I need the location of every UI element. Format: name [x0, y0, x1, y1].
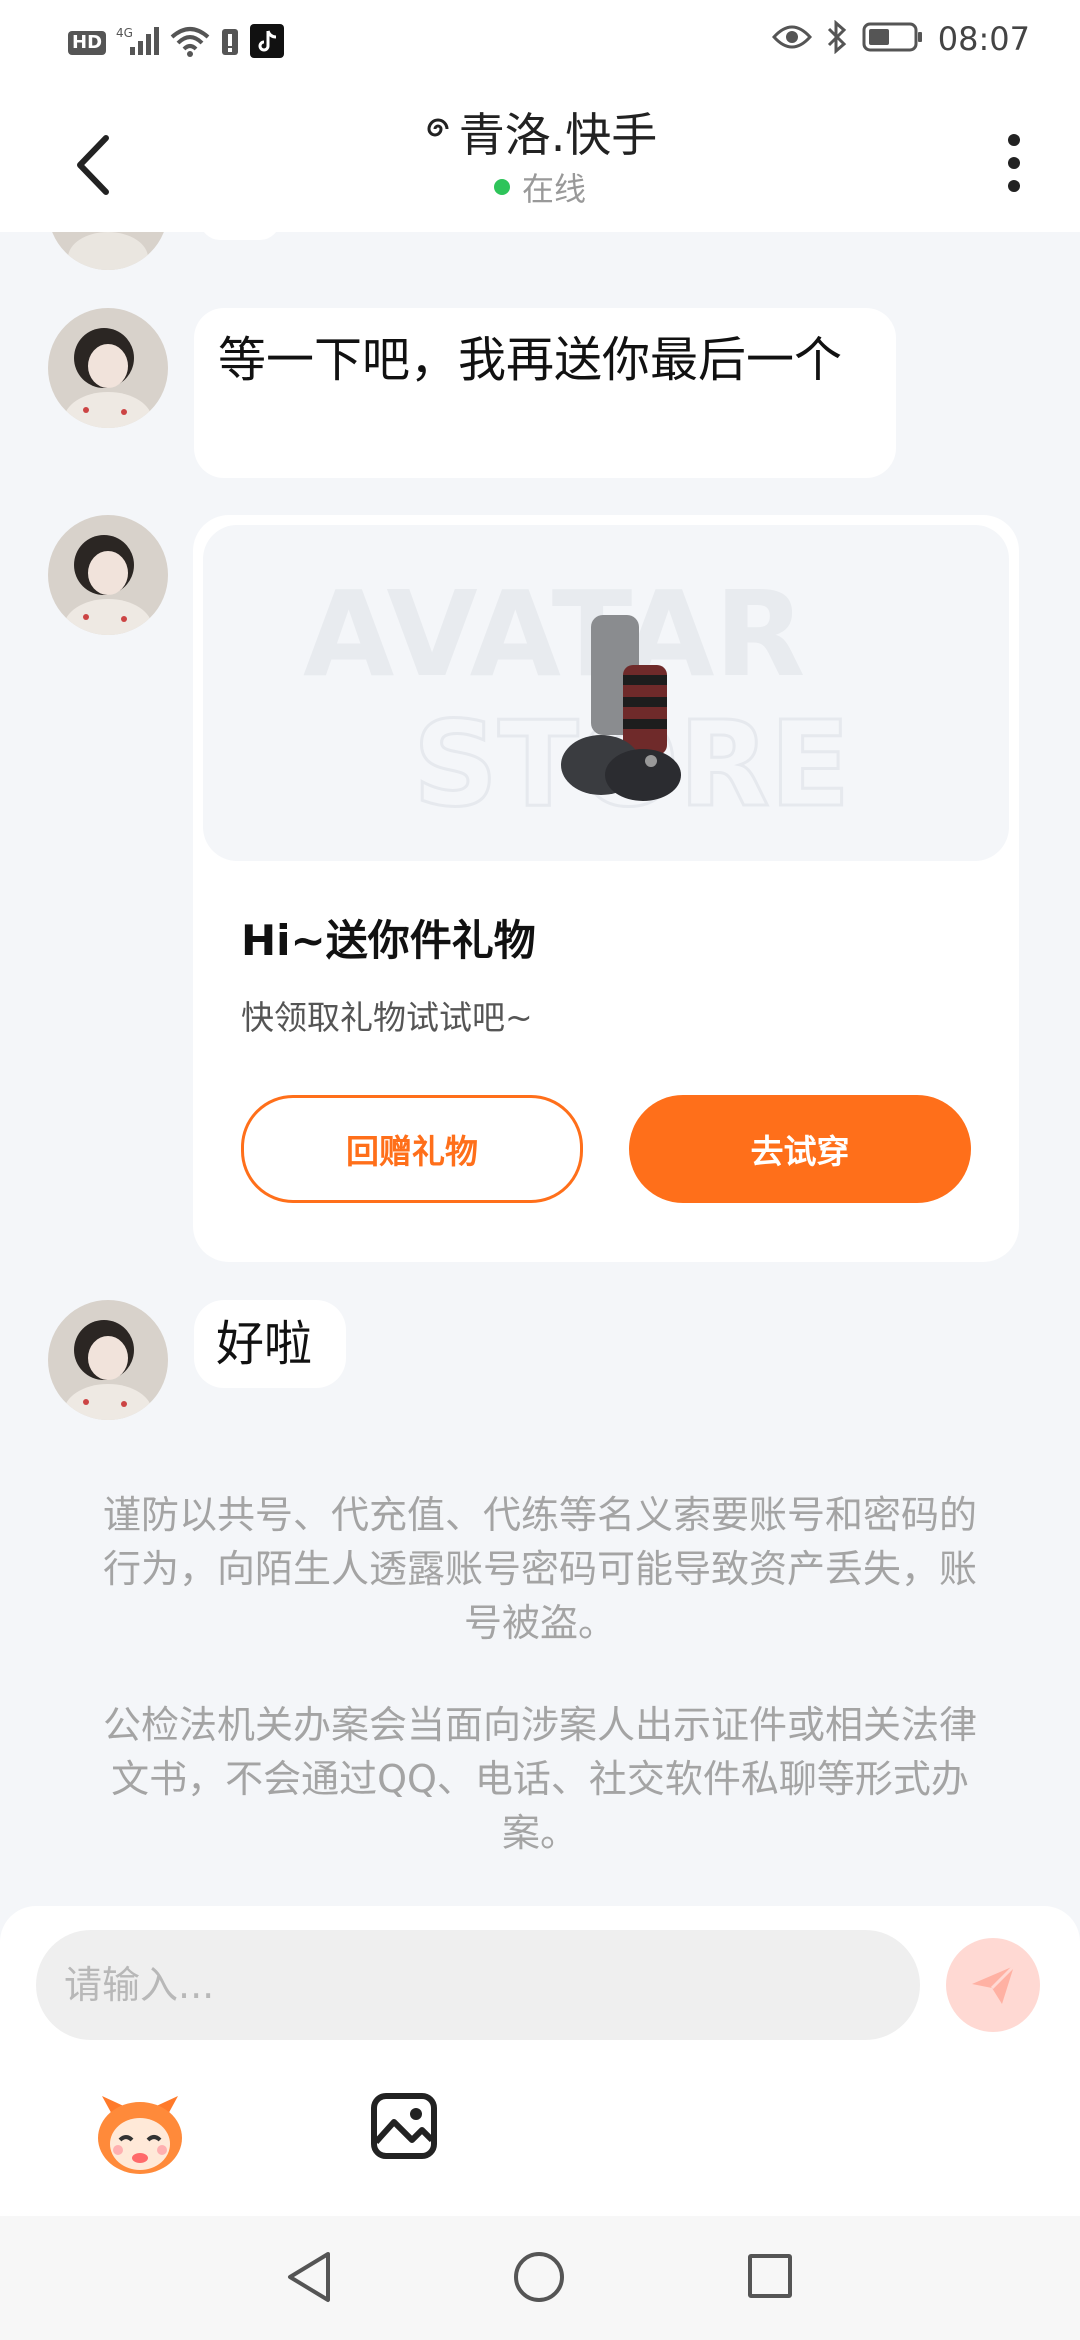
composer [0, 1906, 1080, 2216]
swirl-icon [423, 104, 453, 166]
nav-home-button[interactable] [514, 2252, 564, 2302]
status-left: HD 4G [68, 24, 285, 62]
system-nav-bar [0, 2216, 1080, 2340]
more-options-button[interactable] [1004, 132, 1024, 194]
watermark-avatar: AVATAR [303, 565, 805, 703]
nav-back-button[interactable] [284, 2250, 334, 2308]
paper-plane-icon [972, 1964, 1016, 2004]
gift-subtitle: 快领取礼物试试吧~ [241, 998, 533, 1037]
chat-header: 青洛.快手 在线 [0, 90, 1080, 232]
eye-icon [771, 23, 812, 55]
gallery-icon[interactable] [370, 2092, 438, 2160]
mascot-icon[interactable] [92, 2088, 188, 2178]
bluetooth-icon [826, 19, 848, 58]
clock: 08:07 [937, 20, 1030, 58]
safety-notice: 谨防以共号、代充值、代练等名义索要账号和密码的行为，向陌生人透露账号密码可能导致… [102, 1493, 977, 1645]
svg-text:4G: 4G [116, 26, 133, 40]
tiktok-icon [250, 24, 285, 62]
battery-icon [862, 21, 924, 57]
triangle-back-icon [288, 2252, 330, 2302]
gift-image: AVATAR STORE [203, 525, 1009, 861]
send-button[interactable] [946, 1938, 1040, 2032]
safety-notice: 公检法机关办案会当面向涉案人出示证件或相关法律文书，不会通过QQ、电话、社交软件… [102, 1703, 977, 1855]
contact-name: 青洛.快手 [458, 108, 658, 162]
message-text: 等一下吧，我再送你最后一个 [218, 332, 843, 388]
message-text: 好啦 [216, 1316, 313, 1372]
gift-title: Hi~送你件礼物 [241, 916, 536, 965]
return-gift-button[interactable]: 回赠礼物 [241, 1095, 583, 1203]
try-on-button[interactable]: 去试穿 [629, 1095, 971, 1203]
page-title[interactable]: 青洛.快手 [423, 104, 658, 166]
avatar[interactable] [48, 308, 168, 428]
status-bar: HD 4G 08:07 [0, 0, 1080, 90]
message-bubble[interactable]: 等一下吧，我再送你最后一个 [194, 308, 896, 478]
status-right: 08:07 [771, 19, 1030, 58]
gift-card[interactable]: AVATAR STORE Hi~送你件礼物 快领取礼物试试吧~ 回赠礼物 去试穿 [193, 515, 1019, 1262]
avatar[interactable] [48, 1300, 168, 1420]
signal-icon: 4G [116, 25, 160, 61]
online-dot [493, 179, 510, 195]
more-vertical-icon [1008, 134, 1020, 192]
hd-badge: HD [68, 31, 107, 55]
title-block: 青洛.快手 在线 [0, 104, 1080, 210]
message-bubble[interactable]: 好啦 [194, 1300, 346, 1388]
online-status: 在线 [493, 164, 586, 210]
wifi-icon [170, 25, 210, 61]
avatar[interactable] [48, 515, 168, 635]
alert-icon [220, 25, 240, 61]
nav-recents-button[interactable] [748, 2254, 792, 2298]
online-label: 在线 [521, 170, 586, 208]
message-input[interactable] [36, 1930, 920, 2040]
